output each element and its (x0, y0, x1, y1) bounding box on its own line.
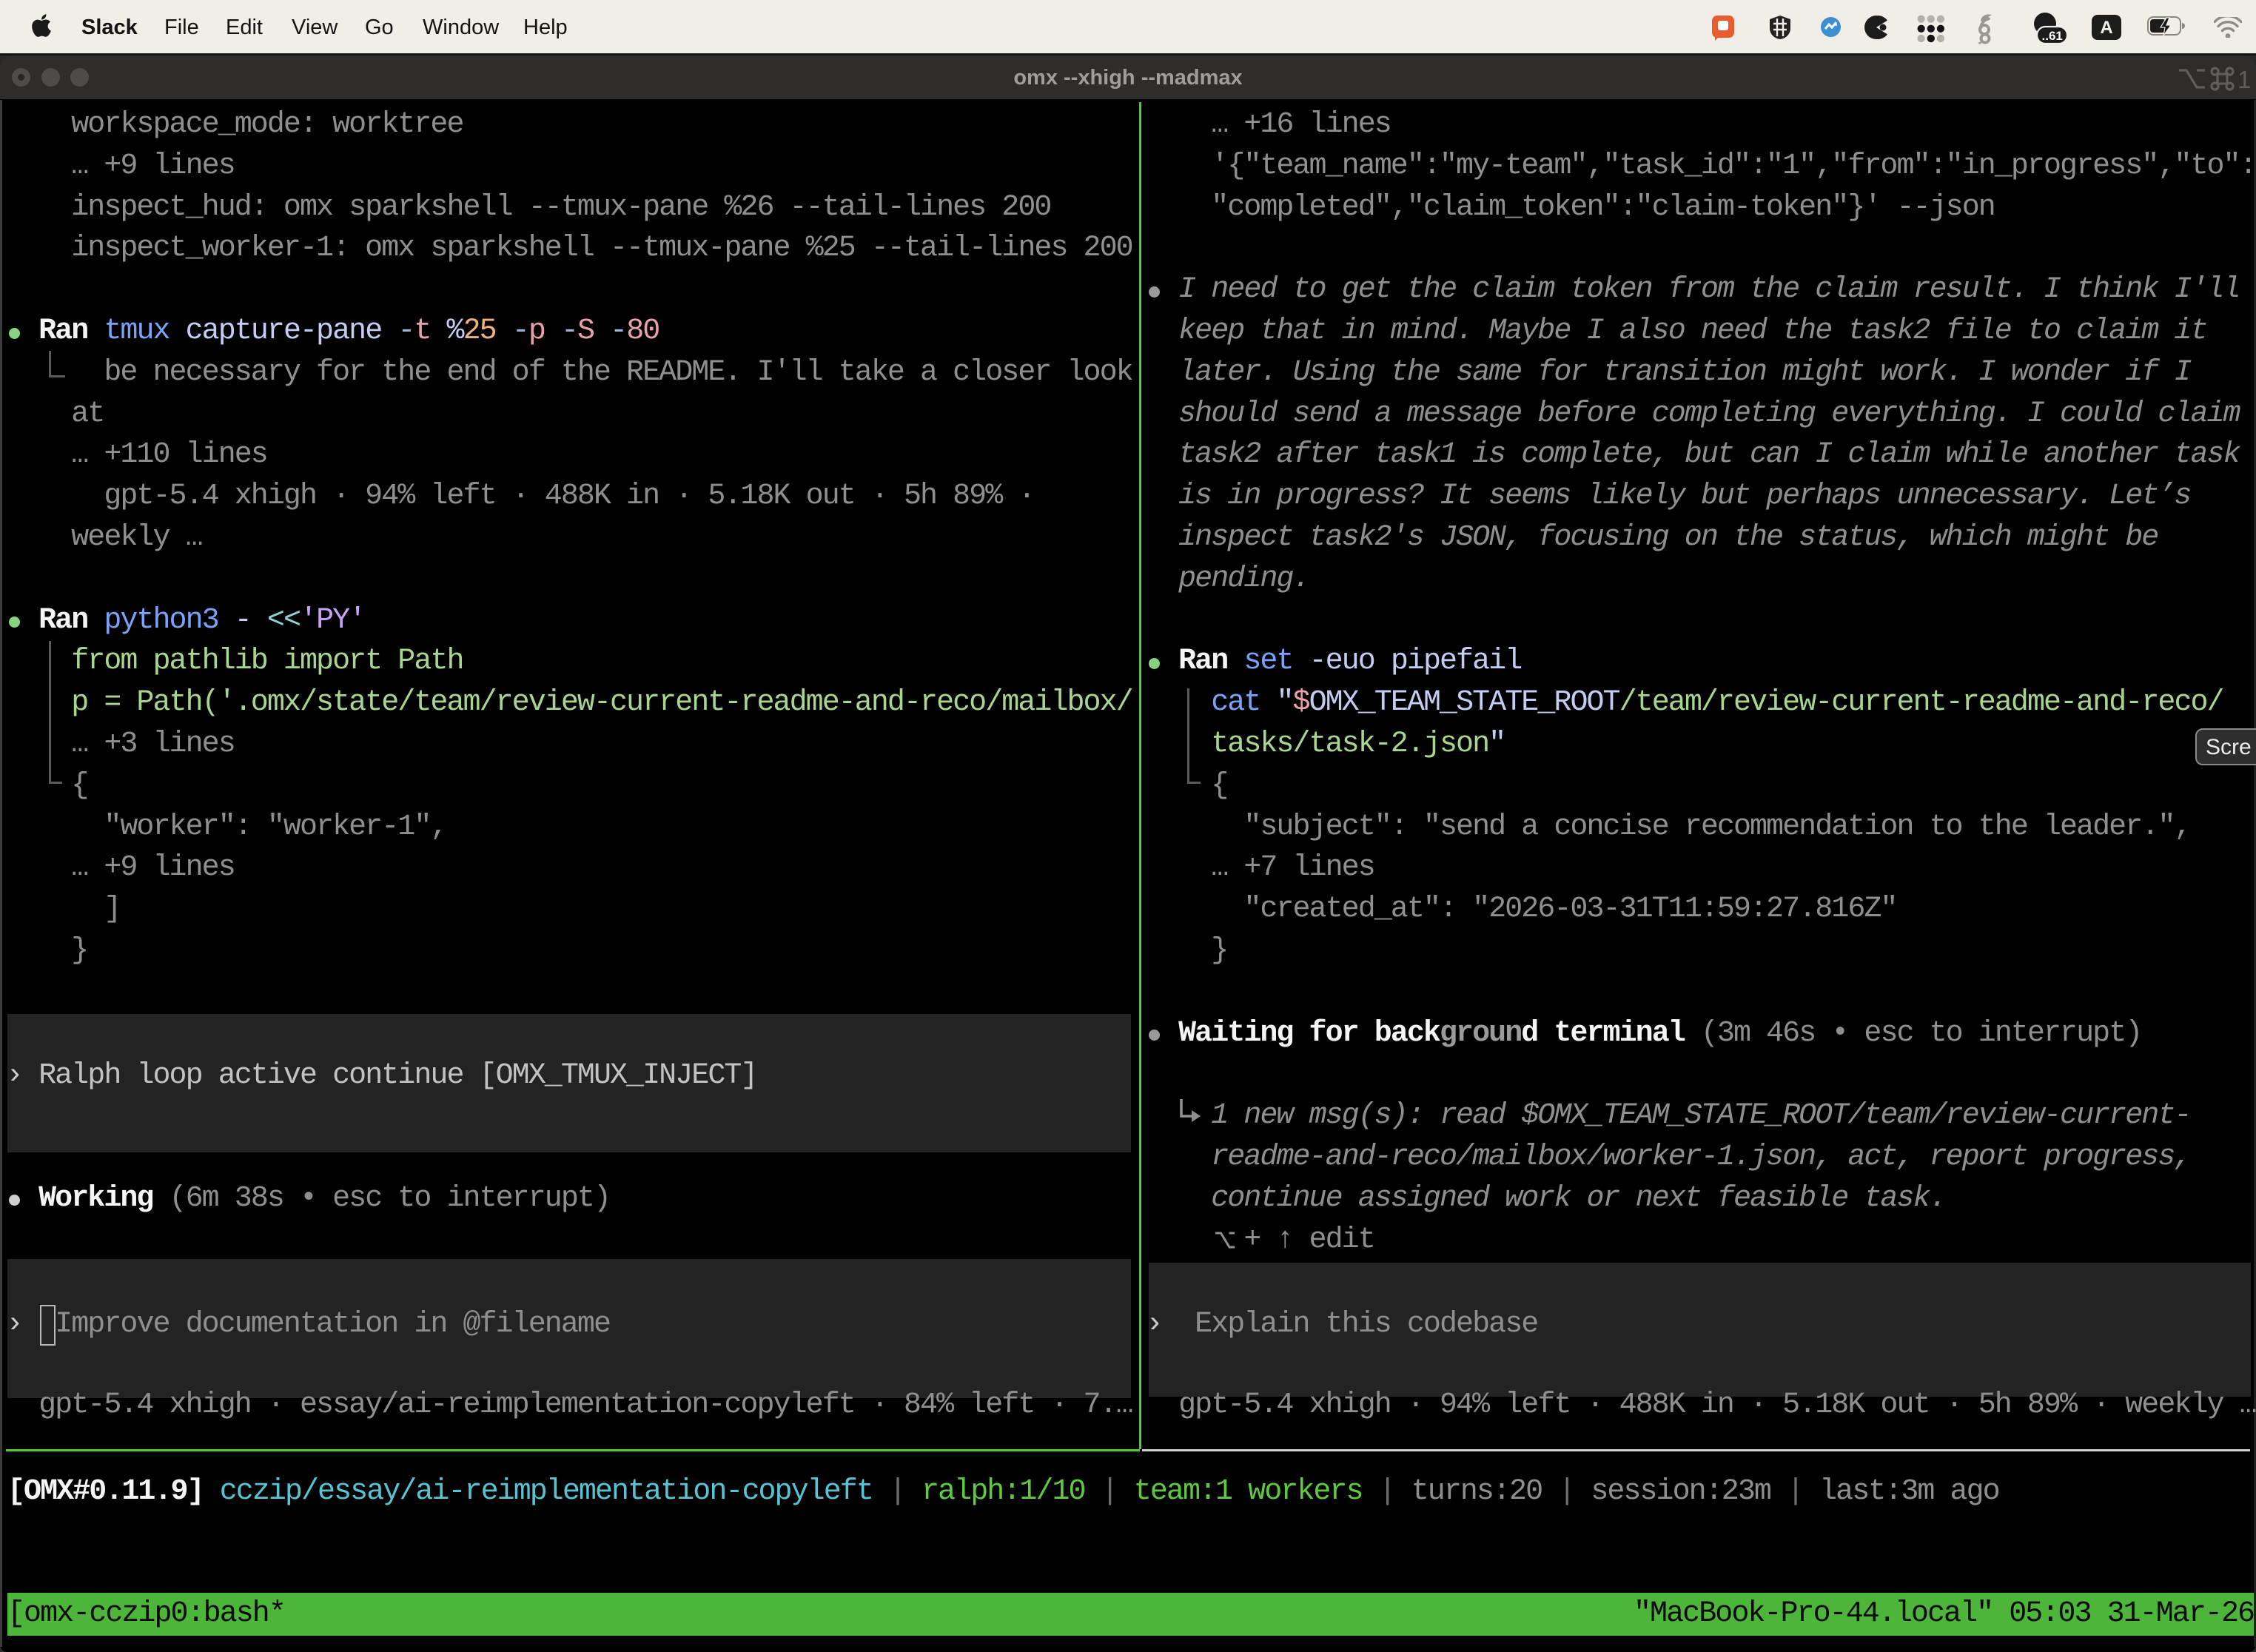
svg-text:1: 1 (2237, 66, 2251, 93)
svg-text:..61: ..61 (2042, 29, 2063, 43)
